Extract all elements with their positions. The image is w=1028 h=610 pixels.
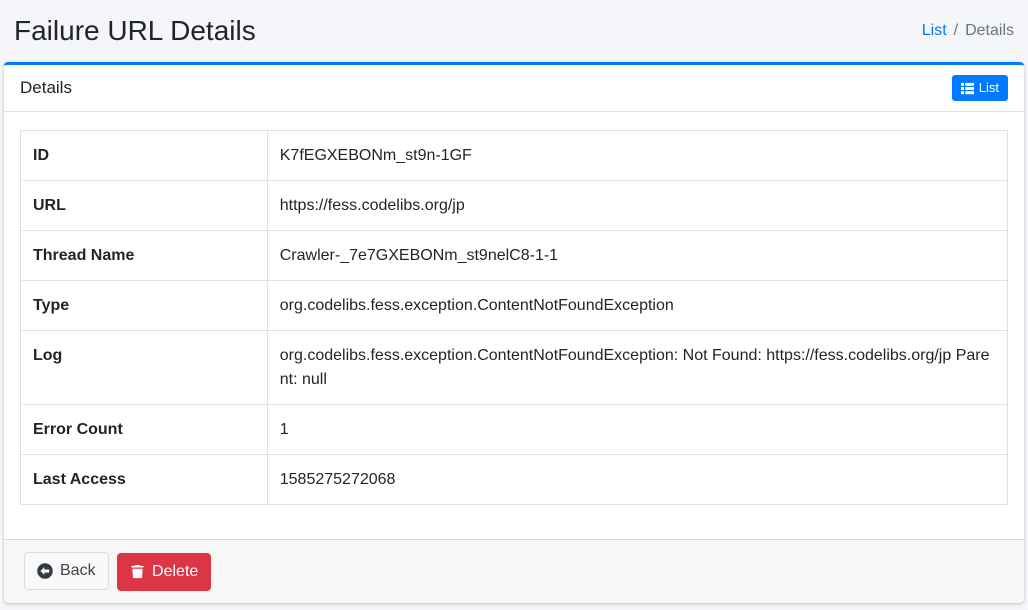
table-row-id: ID K7fEGXEBONm_st9n-1GF — [21, 131, 1008, 181]
page-title: Failure URL Details — [14, 14, 256, 48]
row-value: https://fess.codelibs.org/jp — [267, 181, 1007, 231]
row-value: 1 — [267, 405, 1007, 455]
card-title: Details — [20, 78, 72, 98]
row-label: URL — [21, 181, 268, 231]
row-value: org.codelibs.fess.exception.ContentNotFo… — [267, 281, 1007, 331]
row-label: Log — [21, 331, 268, 405]
table-row-error-count: Error Count 1 — [21, 405, 1008, 455]
row-value: org.codelibs.fess.exception.ContentNotFo… — [267, 331, 1007, 405]
card-header: Details List — [4, 65, 1024, 112]
row-label: Thread Name — [21, 231, 268, 281]
row-value: 1585275272068 — [267, 455, 1007, 505]
list-button-label: List — [979, 79, 999, 97]
row-label: Error Count — [21, 405, 268, 455]
card-footer: Back Delete — [4, 539, 1024, 603]
breadcrumb: List / Details — [922, 22, 1014, 40]
card-body: ID K7fEGXEBONm_st9n-1GF URL https://fess… — [4, 112, 1024, 539]
table-row-thread-name: Thread Name Crawler-_7e7GXEBONm_st9nelC8… — [21, 231, 1008, 281]
row-value: Crawler-_7e7GXEBONm_st9nelC8-1-1 — [267, 231, 1007, 281]
table-row-type: Type org.codelibs.fess.exception.Content… — [21, 281, 1008, 331]
trash-icon — [130, 564, 145, 579]
th-list-icon — [961, 82, 974, 95]
delete-button[interactable]: Delete — [117, 553, 211, 591]
row-label: ID — [21, 131, 268, 181]
row-label: Type — [21, 281, 268, 331]
breadcrumb-current: Details — [965, 22, 1014, 40]
table-row-url: URL https://fess.codelibs.org/jp — [21, 181, 1008, 231]
table-row-log: Log org.codelibs.fess.exception.ContentN… — [21, 331, 1008, 405]
row-label: Last Access — [21, 455, 268, 505]
row-value: K7fEGXEBONm_st9n-1GF — [267, 131, 1007, 181]
back-button[interactable]: Back — [24, 552, 109, 590]
content-header: Failure URL Details List / Details — [0, 0, 1028, 62]
back-button-label: Back — [60, 559, 96, 583]
table-row-last-access: Last Access 1585275272068 — [21, 455, 1008, 505]
failure-url-detail-table: ID K7fEGXEBONm_st9n-1GF URL https://fess… — [20, 130, 1008, 505]
list-button[interactable]: List — [952, 75, 1008, 101]
arrow-circle-left-icon — [37, 563, 53, 579]
breadcrumb-link-list[interactable]: List — [922, 22, 947, 40]
breadcrumb-separator: / — [947, 22, 965, 40]
details-card: Details List ID K7fEGXEBONm_st9n-1GF — [4, 62, 1024, 603]
delete-button-label: Delete — [152, 560, 198, 584]
